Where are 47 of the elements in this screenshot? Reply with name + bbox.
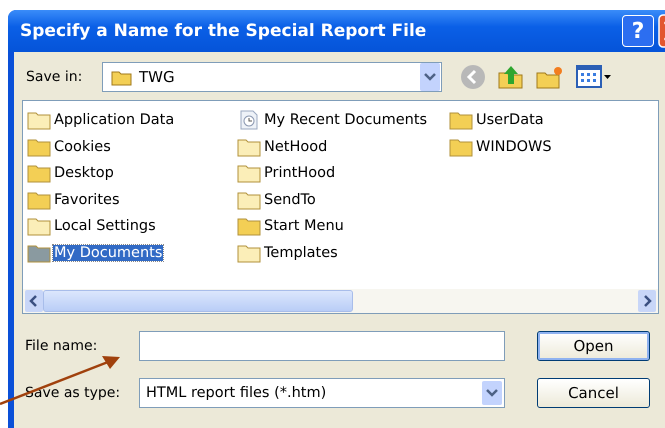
scroll-right-icon[interactable] xyxy=(638,290,656,312)
folder-item[interactable]: Desktop xyxy=(27,160,237,186)
new-folder-icon[interactable] xyxy=(536,64,564,90)
file-name-label: File name: xyxy=(25,338,98,354)
folder-item[interactable]: Favorites xyxy=(27,186,237,213)
folder-name: Cookies xyxy=(53,138,112,155)
save-in-value: TWG xyxy=(139,68,176,86)
folder-item[interactable]: Templates xyxy=(237,240,449,266)
folder-name: Desktop xyxy=(53,165,115,182)
horizontal-scrollbar[interactable] xyxy=(23,289,658,313)
folder-item[interactable]: SendTo xyxy=(237,186,449,213)
folder-item[interactable]: My Recent Documents xyxy=(237,107,449,134)
folder-item[interactable]: PrintHood xyxy=(237,160,449,186)
folder-name: My Documents xyxy=(53,244,164,261)
folder-item[interactable]: Local Settings xyxy=(27,213,237,240)
folder-item[interactable]: NetHood xyxy=(237,134,449,160)
scroll-thumb[interactable] xyxy=(43,290,353,312)
folder-name: SendTo xyxy=(263,192,317,208)
help-button[interactable]: ? xyxy=(622,15,654,47)
save-as-type-dropdown[interactable]: HTML report files (*.htm) xyxy=(139,378,505,408)
open-button[interactable]: Open xyxy=(537,330,650,360)
folder-icon xyxy=(111,68,133,86)
folder-name: NetHood xyxy=(263,138,328,155)
window-title: Specify a Name for the Special Report File xyxy=(20,21,428,41)
folder-name: Local Settings xyxy=(53,218,157,234)
folder-name: Favorites xyxy=(53,192,120,208)
folder-item[interactable]: Application Data xyxy=(27,107,237,134)
folder-item[interactable]: Start Menu xyxy=(237,213,449,240)
save-in-label: Save in: xyxy=(26,69,84,85)
folder-name: My Recent Documents xyxy=(263,112,428,128)
folder-name: PrintHood xyxy=(263,165,336,182)
file-name-field[interactable] xyxy=(139,330,505,360)
cancel-button[interactable]: Cancel xyxy=(537,378,650,408)
folder-name: Start Menu xyxy=(263,218,345,234)
folder-name: Application Data xyxy=(53,112,176,128)
folder-item[interactable]: UserData xyxy=(449,107,649,134)
folder-item[interactable]: Cookies xyxy=(27,134,237,160)
folder-name: WINDOWS xyxy=(475,138,553,155)
view-menu-icon[interactable] xyxy=(576,64,612,90)
save-in-dropdown[interactable]: TWG xyxy=(102,62,442,92)
folder-name: Templates xyxy=(263,244,339,261)
folder-name: UserData xyxy=(475,112,545,128)
save-as-type-value: HTML report files (*.htm) xyxy=(146,384,326,400)
folder-item[interactable]: WINDOWS xyxy=(449,134,649,160)
scroll-left-icon[interactable] xyxy=(25,290,43,312)
up-folder-icon[interactable] xyxy=(498,64,524,90)
folder-item[interactable]: My Documents xyxy=(27,240,237,266)
